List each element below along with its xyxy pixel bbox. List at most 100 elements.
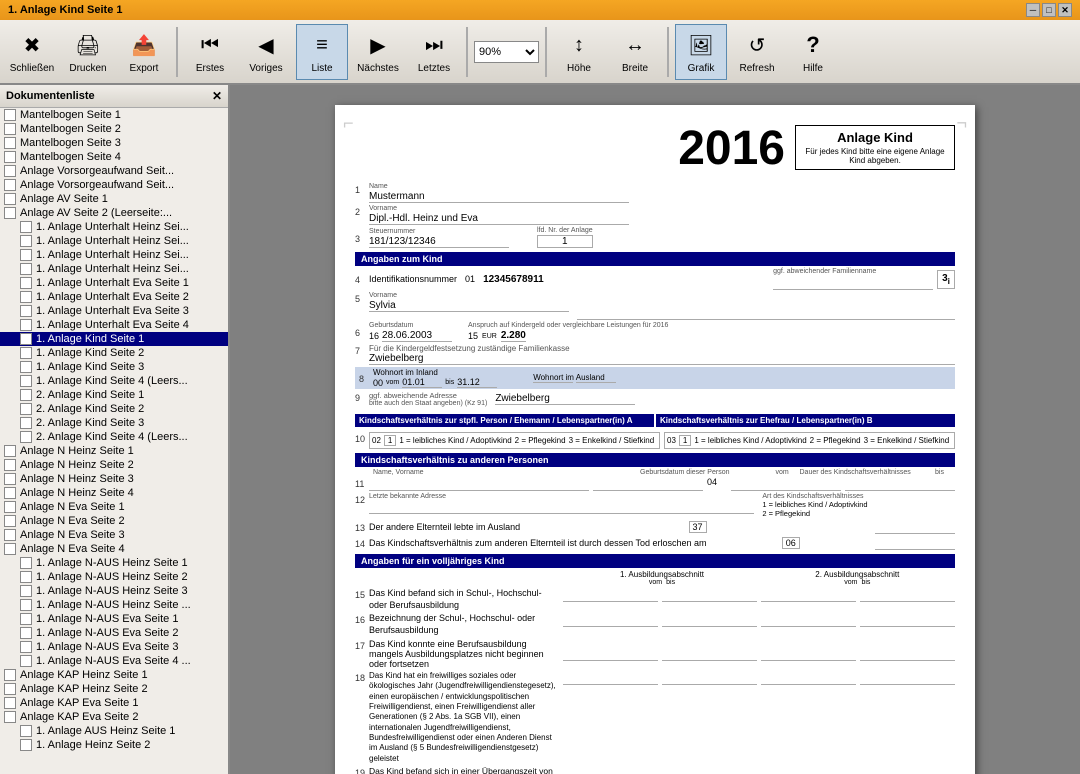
sidebar-checkbox[interactable]: [20, 571, 32, 583]
window-controls[interactable]: ─ □ ✕: [1026, 3, 1072, 17]
breite-button[interactable]: ↔ Breite: [609, 24, 661, 80]
sidebar-item[interactable]: Anlage KAP Eva Seite 1: [0, 696, 228, 710]
sidebar-item[interactable]: 1. Anlage Kind Seite 1: [0, 332, 228, 346]
sidebar-item[interactable]: 1. Anlage Unterhalt Eva Seite 1: [0, 276, 228, 290]
sidebar-checkbox[interactable]: [4, 445, 16, 457]
sidebar-checkbox[interactable]: [4, 711, 16, 723]
sidebar-checkbox[interactable]: [20, 249, 32, 261]
hilfe-button[interactable]: ? Hilfe: [787, 24, 839, 80]
sidebar-checkbox[interactable]: [20, 221, 32, 233]
sidebar-list[interactable]: Mantelbogen Seite 1Mantelbogen Seite 2Ma…: [0, 108, 228, 774]
sidebar-checkbox[interactable]: [20, 305, 32, 317]
sidebar-item[interactable]: 2. Anlage Kind Seite 2: [0, 402, 228, 416]
sidebar-item[interactable]: Anlage AV Seite 2 (Leerseite:...: [0, 206, 228, 220]
sidebar-item[interactable]: Mantelbogen Seite 3: [0, 136, 228, 150]
sidebar-item[interactable]: 2. Anlage Kind Seite 4 (Leers...: [0, 430, 228, 444]
sidebar-checkbox[interactable]: [4, 137, 16, 149]
sidebar-checkbox[interactable]: [4, 109, 16, 121]
sidebar-checkbox[interactable]: [20, 599, 32, 611]
sidebar-item[interactable]: Anlage Vorsorgeaufwand Seit...: [0, 164, 228, 178]
sidebar-item[interactable]: 1. Anlage N-AUS Heinz Seite ...: [0, 598, 228, 612]
sidebar-checkbox[interactable]: [20, 319, 32, 331]
sidebar-checkbox[interactable]: [4, 487, 16, 499]
sidebar-item[interactable]: 1. Anlage Unterhalt Eva Seite 4: [0, 318, 228, 332]
sidebar-close-button[interactable]: ✕: [212, 89, 222, 103]
letztes-button[interactable]: ⏭ Letztes: [408, 24, 460, 80]
sidebar-item[interactable]: Anlage N Eva Seite 3: [0, 528, 228, 542]
sidebar-checkbox[interactable]: [20, 417, 32, 429]
sidebar-item[interactable]: Anlage N Heinz Seite 4: [0, 486, 228, 500]
sidebar-item[interactable]: 1. Anlage N-AUS Eva Seite 3: [0, 640, 228, 654]
erstes-button[interactable]: ⏮ Erstes: [184, 24, 236, 80]
refresh-button[interactable]: ↺ Refresh: [731, 24, 783, 80]
sidebar-checkbox[interactable]: [4, 165, 16, 177]
sidebar-item[interactable]: Anlage KAP Heinz Seite 1: [0, 668, 228, 682]
sidebar-item[interactable]: 1. Anlage Unterhalt Heinz Sei...: [0, 262, 228, 276]
sidebar-checkbox[interactable]: [4, 669, 16, 681]
sidebar-item[interactable]: Anlage N Eva Seite 4: [0, 542, 228, 556]
grafik-button[interactable]: 🖼 Grafik: [675, 24, 727, 80]
sidebar-checkbox[interactable]: [4, 459, 16, 471]
sidebar-checkbox[interactable]: [4, 207, 16, 219]
sidebar-checkbox[interactable]: [20, 333, 32, 345]
sidebar-checkbox[interactable]: [20, 403, 32, 415]
hoehe-button[interactable]: ↕ Höhe: [553, 24, 605, 80]
sidebar-item[interactable]: 2. Anlage Kind Seite 1: [0, 388, 228, 402]
sidebar-checkbox[interactable]: [4, 151, 16, 163]
sidebar-item[interactable]: 1. Anlage Kind Seite 3: [0, 360, 228, 374]
voriges-button[interactable]: ◀ Voriges: [240, 24, 292, 80]
sidebar-checkbox[interactable]: [20, 641, 32, 653]
sidebar-checkbox[interactable]: [20, 361, 32, 373]
sidebar-checkbox[interactable]: [20, 739, 32, 751]
naechstes-button[interactable]: ▶ Nächstes: [352, 24, 404, 80]
drucken-button[interactable]: 🖨 Drucken: [62, 24, 114, 80]
sidebar-item[interactable]: 1. Anlage N-AUS Heinz Seite 3: [0, 584, 228, 598]
sidebar-item[interactable]: 1. Anlage N-AUS Eva Seite 4 ...: [0, 654, 228, 668]
sidebar-checkbox[interactable]: [20, 557, 32, 569]
sidebar-checkbox[interactable]: [20, 291, 32, 303]
sidebar-item[interactable]: Mantelbogen Seite 4: [0, 150, 228, 164]
sidebar-checkbox[interactable]: [20, 375, 32, 387]
sidebar-item[interactable]: Anlage N Eva Seite 2: [0, 514, 228, 528]
zoom-select[interactable]: 50% 75% 90% 100% 125% 150% 200%: [474, 41, 539, 63]
sidebar-item[interactable]: Anlage N Heinz Seite 2: [0, 458, 228, 472]
sidebar-checkbox[interactable]: [20, 585, 32, 597]
sidebar-item[interactable]: Anlage N Heinz Seite 3: [0, 472, 228, 486]
sidebar-item[interactable]: 1. Anlage Kind Seite 2: [0, 346, 228, 360]
sidebar-item[interactable]: 1. Anlage AUS Heinz Seite 1: [0, 724, 228, 738]
sidebar-item[interactable]: Anlage AV Seite 1: [0, 192, 228, 206]
sidebar-checkbox[interactable]: [20, 347, 32, 359]
sidebar-checkbox[interactable]: [4, 683, 16, 695]
sidebar-item[interactable]: 1. Anlage Unterhalt Heinz Sei...: [0, 234, 228, 248]
sidebar-checkbox[interactable]: [20, 263, 32, 275]
close-button[interactable]: ✕: [1058, 3, 1072, 17]
sidebar-item[interactable]: 1. Anlage N-AUS Heinz Seite 2: [0, 570, 228, 584]
sidebar-item[interactable]: Anlage KAP Eva Seite 2: [0, 710, 228, 724]
sidebar-checkbox[interactable]: [4, 543, 16, 555]
sidebar-item[interactable]: 2. Anlage Kind Seite 3: [0, 416, 228, 430]
sidebar-checkbox[interactable]: [20, 277, 32, 289]
minimize-button[interactable]: ─: [1026, 3, 1040, 17]
zoom-control[interactable]: 50% 75% 90% 100% 125% 150% 200%: [474, 41, 539, 63]
sidebar-item[interactable]: 1. Anlage Unterhalt Eva Seite 3: [0, 304, 228, 318]
sidebar-checkbox[interactable]: [4, 123, 16, 135]
sidebar-item[interactable]: 1. Anlage N-AUS Heinz Seite 1: [0, 556, 228, 570]
sidebar-item[interactable]: 1. Anlage Unterhalt Eva Seite 2: [0, 290, 228, 304]
sidebar-checkbox[interactable]: [4, 179, 16, 191]
sidebar-item[interactable]: Anlage N Eva Seite 1: [0, 500, 228, 514]
sidebar-checkbox[interactable]: [20, 431, 32, 443]
sidebar-checkbox[interactable]: [20, 389, 32, 401]
sidebar-item[interactable]: Mantelbogen Seite 2: [0, 122, 228, 136]
sidebar-item[interactable]: Anlage KAP Heinz Seite 2: [0, 682, 228, 696]
sidebar-checkbox[interactable]: [4, 193, 16, 205]
sidebar-item[interactable]: 1. Anlage N-AUS Eva Seite 2: [0, 626, 228, 640]
sidebar-checkbox[interactable]: [20, 235, 32, 247]
sidebar-item[interactable]: 1. Anlage Unterhalt Heinz Sei...: [0, 220, 228, 234]
sidebar-checkbox[interactable]: [4, 501, 16, 513]
sidebar-checkbox[interactable]: [20, 655, 32, 667]
sidebar-item[interactable]: 1. Anlage Heinz Seite 2: [0, 738, 228, 752]
schliessen-button[interactable]: ✖ Schließen: [6, 24, 58, 80]
sidebar-item[interactable]: Anlage Vorsorgeaufwand Seit...: [0, 178, 228, 192]
sidebar-item[interactable]: 1. Anlage N-AUS Eva Seite 1: [0, 612, 228, 626]
sidebar-item[interactable]: Mantelbogen Seite 1: [0, 108, 228, 122]
